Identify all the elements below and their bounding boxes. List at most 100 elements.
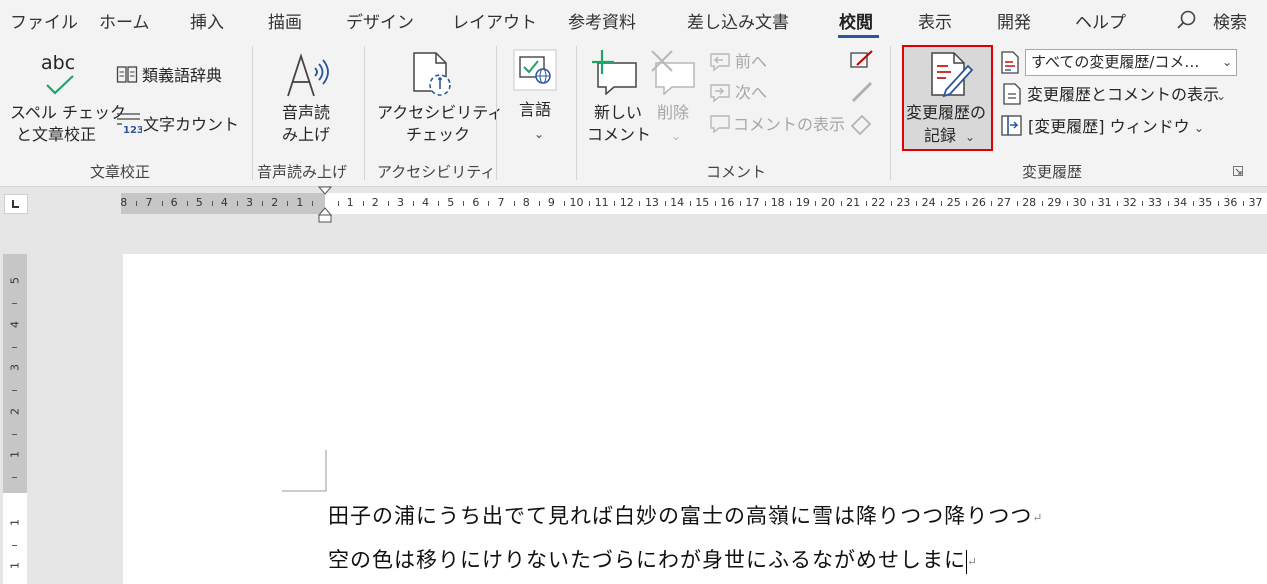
tab-selector[interactable] [4, 194, 28, 214]
ruler-tick [991, 201, 993, 206]
search-label[interactable]: 検索 [1213, 8, 1247, 33]
new-comment-label-1: 新しい [594, 103, 643, 122]
search-icon[interactable] [1176, 9, 1198, 31]
dialog-launcher-icon[interactable] [1233, 166, 1243, 176]
word-count-button[interactable]: 文字カウント [143, 115, 239, 135]
margin-corner-marker [282, 450, 327, 492]
vertical-ruler-tick [12, 347, 17, 348]
ruler-number: 16 [720, 196, 735, 209]
tab-9[interactable]: 表示 [918, 8, 952, 33]
ruler-tick [1142, 201, 1144, 206]
ruler-tick [589, 201, 591, 206]
display-for-review-dropdown[interactable]: すべての変更履歴/コメ… ⌄ [1025, 49, 1237, 76]
tab-2[interactable]: 挿入 [190, 8, 224, 33]
word-count-icon: 123 [117, 113, 142, 135]
spelling-label-2: と文章校正 [16, 125, 97, 144]
reviewing-pane-button[interactable]: [変更履歴] ウィンドウ [1028, 117, 1190, 137]
show-markup-icon [1003, 83, 1021, 105]
ruler-tick [538, 201, 540, 206]
ruler-number: 29 [1047, 196, 1062, 209]
ruler-tick [438, 201, 440, 206]
document-page[interactable] [123, 254, 1267, 584]
group-separator [496, 46, 497, 180]
tab-5[interactable]: レイアウト [452, 8, 537, 33]
ruler-tick [236, 201, 238, 206]
ruler-tick [513, 201, 515, 206]
thesaurus-button[interactable]: 類義語辞典 [142, 66, 222, 86]
vertical-ruler-number: 1 [8, 451, 22, 458]
comments-group-label: コメント [706, 163, 767, 181]
ruler-number: 1 [346, 196, 354, 209]
ruler-number: 34 [1173, 196, 1188, 209]
ruler-tick [664, 201, 666, 206]
ruler-number: 27 [997, 196, 1012, 209]
language-label: 言語 [519, 100, 552, 119]
ink-comment-icon[interactable] [849, 49, 875, 73]
ruler-tick [186, 201, 188, 206]
ruler-tick [211, 201, 213, 206]
ruler-tick [161, 201, 163, 206]
document-line-1[interactable]: 田子の浦にうち出でて見れば白妙の富士の高嶺に雪は降りつつ降りつつ↵ [328, 500, 1043, 530]
ruler-number: 6 [170, 196, 178, 209]
ruler-number: 33 [1147, 196, 1162, 209]
display-for-review-icon [1001, 51, 1019, 74]
pen-icon[interactable] [849, 80, 875, 104]
ruler-tick [1041, 201, 1043, 206]
ruler-number: 14 [670, 196, 685, 209]
tab-11[interactable]: ヘルプ [1075, 8, 1126, 33]
ruler-number: 12 [619, 196, 634, 209]
tab-0[interactable]: ファイル [10, 8, 78, 33]
active-tab-indicator [838, 35, 879, 38]
tab-7[interactable]: 差し込み文書 [687, 8, 789, 33]
ruler-number: 4 [220, 196, 228, 209]
tab-3[interactable]: 描画 [268, 8, 302, 33]
previous-comment-icon [710, 53, 730, 72]
vertical-ruler[interactable]: 5 4 3 2 1 1 1 [3, 254, 27, 584]
ruler-tick [287, 201, 289, 206]
ruler-number: 8 [522, 196, 530, 209]
tab-6[interactable]: 参考資料 [568, 8, 636, 33]
vertical-ruler-number: 4 [8, 321, 22, 328]
ruler-tick [262, 201, 264, 206]
ruler-tick [941, 201, 943, 206]
chevron-down-icon: ⌄ [965, 130, 976, 144]
ruler-number: 5 [195, 196, 203, 209]
next-comment-button[interactable]: 次へ [735, 83, 767, 103]
accessibility-label-1: アクセシビリティ [377, 103, 504, 122]
chevron-down-icon: ⌄ [1216, 89, 1227, 103]
language-icon [513, 49, 557, 91]
ruler-number: 4 [422, 196, 430, 209]
ruler-number: 32 [1122, 196, 1137, 209]
ruler-number: 3 [246, 196, 254, 209]
ruler-tick [1217, 201, 1219, 206]
ruler-number: 18 [770, 196, 785, 209]
document-line-2[interactable]: 空の色は移りにけりないたづらにわが身世にふるながめせしまに↵ [328, 544, 978, 574]
tab-10[interactable]: 開発 [997, 8, 1031, 33]
ruler-number: 2 [371, 196, 379, 209]
vertical-ruler-tick [12, 545, 17, 546]
group-separator [252, 46, 253, 180]
tab-8[interactable]: 校閲 [839, 8, 873, 33]
vertical-ruler-number: 3 [8, 364, 22, 371]
ruler-number: 6 [472, 196, 480, 209]
chevron-down-icon: ⌄ [534, 127, 545, 141]
show-comments-button[interactable]: コメントの表示 [733, 115, 845, 135]
ruler-number: 2 [271, 196, 279, 209]
ruler-tick [765, 201, 767, 206]
thesaurus-icon [116, 66, 138, 83]
ruler-tick [1066, 201, 1068, 206]
tab-4[interactable]: デザイン [346, 8, 414, 33]
indent-marker-icon[interactable] [318, 186, 332, 223]
previous-comment-button[interactable]: 前へ [735, 52, 767, 72]
ruler-tick [714, 201, 716, 206]
chevron-down-icon: ⌄ [1194, 121, 1205, 135]
ruler-number: 13 [644, 196, 659, 209]
accessibility-group-label: アクセシビリティ [377, 163, 496, 181]
horizontal-ruler[interactable]: 8 7 6 5 4 3 2 1 1 2 3 4 5 6 7 8 9 10 11 12 13 14 15 16 17 18 19 20 2… [121, 193, 1267, 214]
tab-1[interactable]: ホーム [99, 8, 150, 33]
show-markup-button[interactable]: 変更履歴とコメントの表示 [1027, 85, 1219, 105]
eraser-icon[interactable] [849, 112, 875, 136]
ruler-tick [337, 201, 339, 206]
ruler-number: 21 [846, 196, 861, 209]
ruler-tick [136, 201, 138, 206]
